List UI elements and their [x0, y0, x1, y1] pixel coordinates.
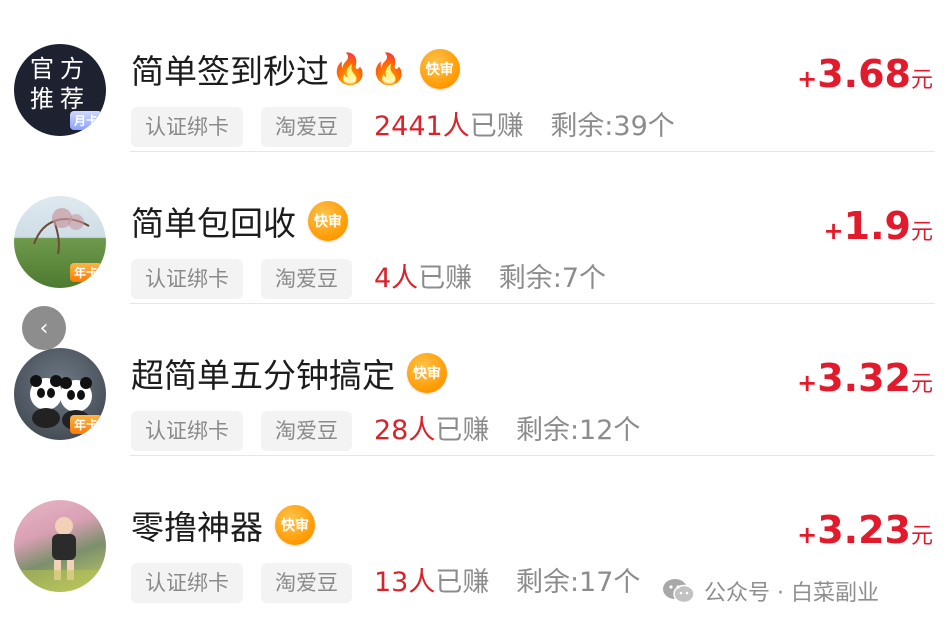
price-unit: 元	[910, 220, 933, 245]
task-title-text: 零撸神器	[131, 508, 263, 547]
avatar: 年卡	[14, 348, 106, 440]
earned-count: 2441人	[374, 111, 470, 142]
card-label: 月卡	[69, 111, 102, 130]
earned-count: 13人	[374, 567, 436, 598]
fire-icon: 🔥	[370, 51, 408, 87]
avatar-text-line: 推荐	[30, 85, 90, 113]
earned-info: 2441人已赚 剩余:39个	[374, 104, 675, 143]
fast-review-badge: 快审	[275, 505, 315, 545]
reward-price: + 3.23 元	[797, 508, 933, 552]
task-row[interactable]: 年卡 简单包回收 快审 认证绑卡 淘爱豆 4人已赚 剩余:7个 + 1.9 元	[0, 152, 949, 304]
task-title: 简单包回收 快审	[131, 197, 348, 245]
fast-review-badge: 快审	[407, 353, 447, 393]
avatar: 官方 推荐 月卡	[14, 44, 106, 136]
fast-review-badge: 快审	[419, 49, 460, 89]
earned-suffix: 已赚	[418, 263, 473, 294]
remaining-count: 剩余:12个	[515, 415, 641, 446]
avatar-text-line: 官方	[30, 55, 90, 83]
task-title: 零撸神器 快审	[131, 501, 315, 549]
task-row[interactable]: 官方 推荐 月卡 简单签到秒过 🔥 🔥 快审 认证绑卡 淘爱豆 2441人已赚 …	[0, 0, 949, 152]
tag-verify-card: 认证绑卡	[131, 563, 243, 603]
price-amount: 3.32	[817, 356, 911, 400]
earned-info: 28人已赚 剩余:12个	[374, 408, 640, 447]
price-unit: 元	[910, 372, 933, 397]
earned-info: 13人已赚 剩余:17个	[374, 560, 640, 599]
earned-count: 28人	[374, 415, 436, 446]
card-label: 年卡	[69, 415, 102, 434]
price-unit: 元	[910, 68, 933, 93]
remaining-count: 剩余:17个	[515, 567, 641, 598]
tag-verify-card: 认证绑卡	[131, 259, 243, 299]
reward-price: + 3.68 元	[797, 52, 933, 96]
reward-price: + 1.9 元	[824, 204, 933, 248]
earned-info: 4人已赚 剩余:7个	[374, 256, 606, 295]
card-label: 年卡	[69, 263, 102, 282]
task-title-text: 超简单五分钟搞定	[131, 356, 395, 395]
remaining-count: 剩余:39个	[550, 111, 675, 142]
price-amount: 1.9	[843, 204, 911, 248]
reward-price: + 3.32 元	[797, 356, 933, 400]
avatar	[14, 500, 106, 592]
task-row[interactable]: 年卡 超简单五分钟搞定 快审 认证绑卡 淘爱豆 28人已赚 剩余:12个 + 3…	[0, 304, 949, 456]
child-photo-icon	[14, 517, 106, 592]
price-unit: 元	[910, 524, 933, 549]
earned-suffix: 已赚	[469, 111, 524, 142]
price-amount: 3.68	[817, 52, 911, 96]
watermark-text: 公众号 · 白菜副业	[704, 581, 879, 606]
task-list: 官方 推荐 月卡 简单签到秒过 🔥 🔥 快审 认证绑卡 淘爱豆 2441人已赚 …	[0, 0, 949, 630]
task-title-text: 简单包回收	[131, 204, 296, 243]
earned-count: 4人	[374, 263, 419, 294]
tag-platform: 淘爱豆	[261, 107, 352, 147]
remaining-count: 剩余:7个	[498, 263, 607, 294]
wechat-icon	[662, 578, 696, 604]
price-plus: +	[797, 369, 818, 397]
tag-verify-card: 认证绑卡	[131, 411, 243, 451]
tag-platform: 淘爱豆	[261, 259, 352, 299]
tag-platform: 淘爱豆	[261, 563, 352, 603]
avatar: 年卡	[14, 196, 106, 288]
task-title: 超简单五分钟搞定 快审	[131, 349, 447, 397]
tag-platform: 淘爱豆	[261, 411, 352, 451]
price-plus: +	[797, 521, 818, 549]
price-plus: +	[823, 217, 844, 245]
fire-icon: 🔥	[331, 51, 369, 87]
chevron-left-icon[interactable]: ‹	[22, 306, 66, 350]
tag-verify-card: 认证绑卡	[131, 107, 243, 147]
price-amount: 3.23	[817, 508, 911, 552]
watermark: 公众号 · 白菜副业	[662, 575, 879, 607]
fast-review-badge: 快审	[308, 201, 348, 241]
task-title: 简单签到秒过 🔥 🔥 快审	[131, 45, 460, 93]
task-title-text: 简单签到秒过	[131, 52, 329, 91]
price-plus: +	[797, 65, 818, 93]
earned-suffix: 已赚	[435, 567, 490, 598]
earned-suffix: 已赚	[435, 415, 490, 446]
